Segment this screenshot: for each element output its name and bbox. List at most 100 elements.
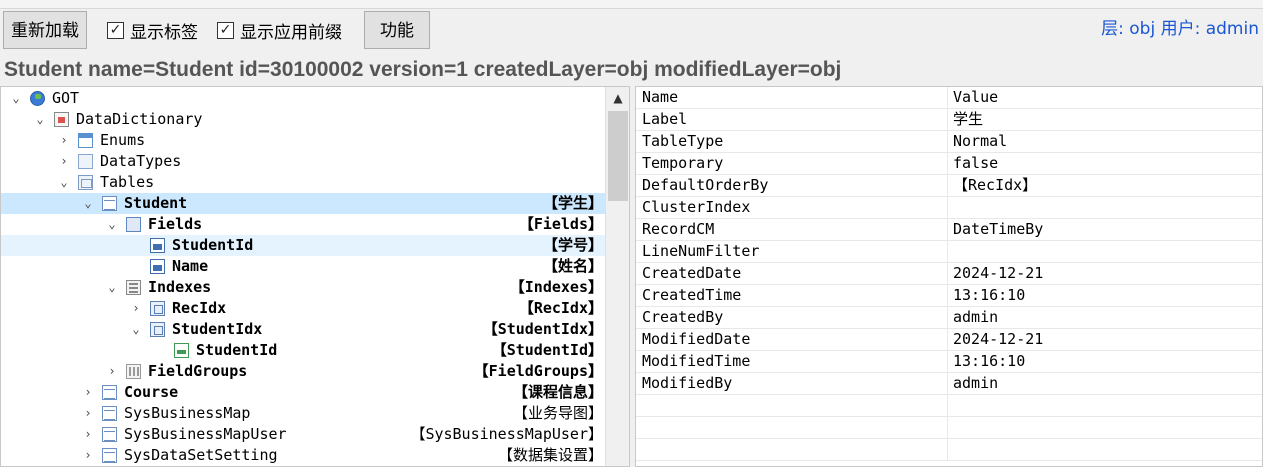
property-value[interactable]: 2024-12-21 xyxy=(953,263,1043,284)
property-value[interactable]: 13:16:10 xyxy=(953,285,1025,306)
tree-node[interactable]: › DataTypes xyxy=(1,151,605,172)
property-row[interactable]: LineNumFilter xyxy=(636,241,1262,263)
tree-node-label: 【RecIdx】 xyxy=(518,299,603,317)
chevron-right-icon[interactable]: › xyxy=(58,130,70,151)
property-grid: Name Value Label 学生 TableType Normal Tempora… xyxy=(635,86,1263,467)
property-value[interactable]: 学生 xyxy=(953,109,983,130)
property-name: RecordCM xyxy=(642,220,715,238)
index-icon xyxy=(150,322,165,337)
tree-node[interactable]: › RecIdx 【RecIdx】 xyxy=(1,298,605,319)
chevron-down-icon[interactable]: ⌄ xyxy=(106,214,118,235)
function-button[interactable]: 功能 xyxy=(364,11,430,49)
tree-node-label: 【FieldGroups】 xyxy=(473,362,603,380)
scroll-thumb[interactable] xyxy=(608,111,628,201)
property-row[interactable]: ModifiedDate 2024-12-21 xyxy=(636,329,1262,351)
tree-node[interactable]: StudentId 【StudentId】 xyxy=(1,340,605,361)
tree-node[interactable]: › SysBusinessMapUser 【SysBusinessMapUser】 xyxy=(1,424,605,445)
chevron-right-icon[interactable]: › xyxy=(82,445,94,466)
chevron-down-icon[interactable]: ⌄ xyxy=(58,172,70,193)
property-value[interactable]: DateTimeBy xyxy=(953,219,1043,240)
tree-node-label: 【课程信息】 xyxy=(512,383,603,401)
reload-button[interactable]: 重新加载 xyxy=(3,11,87,49)
chevron-down-icon[interactable]: ⌄ xyxy=(106,277,118,298)
property-row[interactable]: CreatedDate 2024-12-21 xyxy=(636,263,1262,285)
chevron-right-icon[interactable]: › xyxy=(82,424,94,445)
show-labels-label: 显示标签 xyxy=(130,22,198,43)
enum-icon xyxy=(78,133,93,148)
chevron-right-icon[interactable]: › xyxy=(58,151,70,172)
tree-node[interactable]: › SysBusinessMap 【业务导图】 xyxy=(1,403,605,424)
property-row[interactable]: CreatedTime 13:16:10 xyxy=(636,285,1262,307)
chevron-right-icon[interactable]: › xyxy=(130,298,142,319)
property-row[interactable]: RecordCM DateTimeBy xyxy=(636,219,1262,241)
property-name: CreatedTime xyxy=(642,286,742,304)
field-icon xyxy=(150,238,165,253)
property-row[interactable]: TableType Normal xyxy=(636,131,1262,153)
property-value[interactable]: 2024-12-21 xyxy=(953,329,1043,350)
property-value[interactable]: Normal xyxy=(953,131,1007,152)
property-value[interactable]: admin xyxy=(953,307,998,328)
tree-node[interactable]: StudentId 【学号】 xyxy=(1,235,605,256)
property-name: DefaultOrderBy xyxy=(642,176,769,194)
property-value[interactable]: 【RecIdx】 xyxy=(953,175,1037,196)
show-prefix-label: 显示应用前缀 xyxy=(240,22,342,43)
tree-node[interactable]: ⌄ Fields 【Fields】 xyxy=(1,214,605,235)
checkbox-check-icon: ✓ xyxy=(217,21,234,39)
tree-node[interactable]: › FieldGroups 【FieldGroups】 xyxy=(1,361,605,382)
property-value[interactable]: false xyxy=(953,153,998,174)
tree-node-name: Indexes xyxy=(148,278,212,296)
property-row[interactable] xyxy=(636,395,1262,417)
tree-node-name: Name xyxy=(172,257,209,275)
property-name: Label xyxy=(642,110,688,128)
chevron-down-icon[interactable]: ⌄ xyxy=(130,319,142,340)
tree-node[interactable]: ⌄ Indexes 【Indexes】 xyxy=(1,277,605,298)
show-labels-checkbox[interactable]: ✓ 显示标签 xyxy=(107,19,198,43)
scroll-up-icon[interactable]: ▲ xyxy=(606,87,629,109)
layer-user-info: 层: obj 用户: admin xyxy=(1101,19,1259,39)
tree-node[interactable]: › Enums xyxy=(1,130,605,151)
table-icon xyxy=(102,427,117,442)
tree-node[interactable]: ⌄ Student 【学生】 xyxy=(1,193,605,214)
property-row[interactable]: DefaultOrderBy 【RecIdx】 xyxy=(636,175,1262,197)
property-row[interactable]: ModifiedTime 13:16:10 xyxy=(636,351,1262,373)
property-value[interactable]: admin xyxy=(953,373,998,394)
show-prefix-checkbox[interactable]: ✓ 显示应用前缀 xyxy=(217,19,342,43)
property-row[interactable] xyxy=(636,439,1262,461)
tree-node[interactable]: ⌄ DataDictionary xyxy=(1,109,605,130)
tree-node[interactable]: › SysDataSetSetting 【数据集设置】 xyxy=(1,445,605,466)
property-row[interactable] xyxy=(636,417,1262,439)
tree-node[interactable]: ⌄ Tables xyxy=(1,172,605,193)
tree-node-name: RecIdx xyxy=(172,299,227,317)
chevron-down-icon[interactable]: ⌄ xyxy=(10,88,22,109)
property-value[interactable]: 13:16:10 xyxy=(953,351,1025,372)
tree-panel: ⌄ GOT ⌄ DataDictionary › Enums › DataTypes ⌄ Tabl… xyxy=(0,86,630,467)
tree-node-name: Enums xyxy=(100,131,146,149)
property-name-header: Name xyxy=(642,88,679,106)
chevron-right-icon[interactable]: › xyxy=(82,382,94,403)
property-name: ModifiedTime xyxy=(642,352,751,370)
chevron-right-icon[interactable]: › xyxy=(106,361,118,382)
property-row[interactable]: Label 学生 xyxy=(636,109,1262,131)
tree-node-label: 【StudentId】 xyxy=(491,341,603,359)
tree-node[interactable]: Name 【姓名】 xyxy=(1,256,605,277)
tree-node-label: 【SysBusinessMapUser】 xyxy=(410,425,603,443)
tree-node[interactable]: › Course 【课程信息】 xyxy=(1,382,605,403)
chevron-right-icon[interactable]: › xyxy=(82,403,94,424)
property-row[interactable]: Temporary false xyxy=(636,153,1262,175)
chevron-down-icon[interactable]: ⌄ xyxy=(82,193,94,214)
property-row[interactable]: CreatedBy admin xyxy=(636,307,1262,329)
property-row[interactable]: ModifiedBy admin xyxy=(636,373,1262,395)
tree-node-name: SysBusinessMapUser xyxy=(124,425,287,443)
tree-scrollbar[interactable]: ▲ xyxy=(605,87,629,466)
indexes-icon xyxy=(126,280,141,295)
property-row[interactable]: ClusterIndex xyxy=(636,197,1262,219)
chevron-down-icon[interactable]: ⌄ xyxy=(34,109,46,130)
tree-node-label: 【业务导图】 xyxy=(512,404,603,422)
object-info-line: Student name=Student id=30100002 version… xyxy=(4,58,842,81)
tree-node[interactable]: ⌄ StudentIdx 【StudentIdx】 xyxy=(1,319,605,340)
tree-node-label: 【学生】 xyxy=(542,194,603,212)
tree-node[interactable]: ⌄ GOT xyxy=(1,88,605,109)
table-icon xyxy=(102,196,117,211)
property-name: ClusterIndex xyxy=(642,198,751,216)
tree-node-name: Tables xyxy=(100,173,155,191)
